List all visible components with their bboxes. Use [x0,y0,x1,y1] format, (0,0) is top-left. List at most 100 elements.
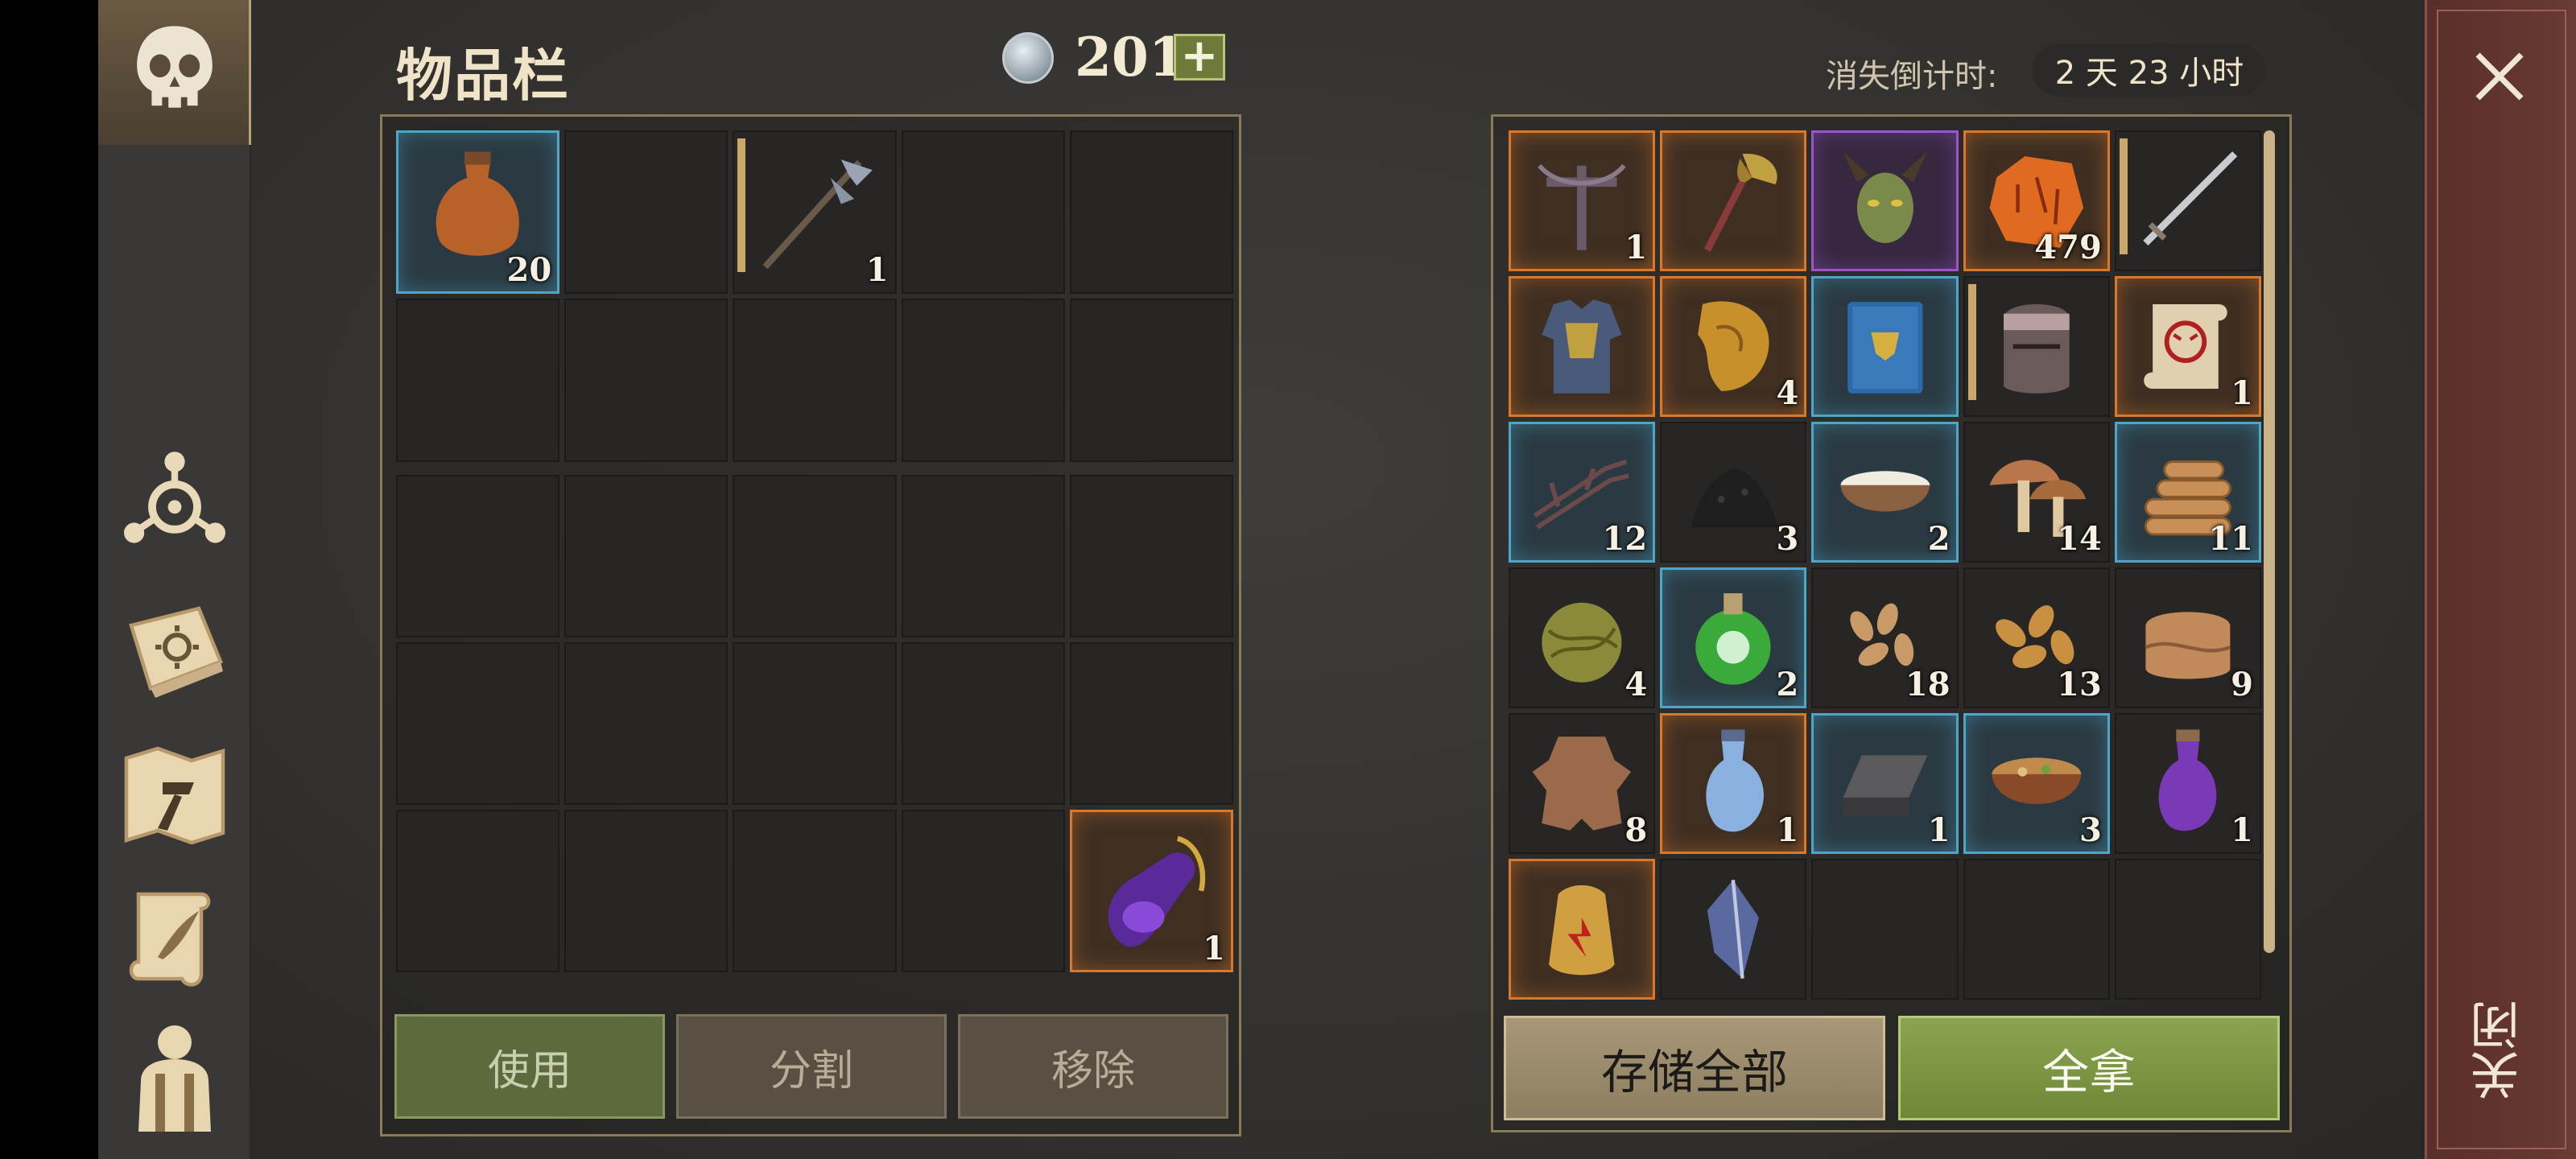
inventory-slot-empty[interactable] [1069,299,1233,462]
close-label[interactable]: 关闭 [2463,982,2536,1119]
storage-slot-log-pile[interactable]: 11 [2114,422,2261,563]
item-quantity: 9 [2231,666,2253,703]
storage-slot-fire-pouch[interactable] [1509,859,1656,1000]
use-button[interactable]: 使用 [394,1014,665,1119]
blue-vial-icon [1706,729,1765,832]
split-button[interactable]: 分割 [676,1014,947,1119]
currency-count: 201 [1075,26,1186,89]
inventory-slot-purple-potion-necklace[interactable]: 1 [1069,810,1233,972]
rail-item-crafting[interactable] [114,444,235,565]
inventory-slot-empty[interactable] [396,299,560,462]
durability-bar [737,138,746,273]
item-quantity: 11 [2208,520,2253,558]
inventory-slot-empty[interactable] [733,642,897,805]
storage-scrollbar[interactable] [2264,130,2275,953]
iron-ingot-icon [1843,755,1927,817]
storage-slot-empty[interactable] [1811,859,1959,1000]
storage-slot-purple-potion[interactable]: 1 [2114,713,2261,854]
take-all-button[interactable]: 全拿 [1898,1016,2280,1120]
inventory-slot-empty[interactable] [564,475,729,637]
close-icon[interactable] [2463,40,2536,113]
storage-slot-cloth-roll[interactable]: 9 [2114,567,2261,708]
storage-slot-bowl-of-flour[interactable]: 2 [1811,422,1959,563]
inventory-slot-empty[interactable] [396,642,560,805]
storage-slot-empty[interactable] [2114,859,2261,1000]
storage-slot-fiber-ball[interactable]: 4 [1509,567,1656,708]
rail-item-character[interactable] [114,1016,235,1136]
knight-helmet-icon [2003,304,2070,394]
storage-slot-crossbow[interactable]: 1 [1509,130,1656,271]
storage-slot-rune-stone[interactable]: 479 [1963,130,2110,271]
inventory-slot-empty[interactable] [733,810,897,972]
inventory-slot-empty[interactable] [564,299,729,462]
crossbow-icon [1538,163,1626,250]
inventory-slot-empty[interactable] [564,642,729,805]
inventory-slot-empty[interactable] [901,475,1065,637]
store-all-button[interactable]: 存储全部 [1504,1016,1885,1120]
inventory-slot-empty[interactable] [396,810,560,972]
add-currency-button[interactable]: + [1174,34,1225,80]
rail-item-skills[interactable] [114,589,235,710]
inventory-slot-empty[interactable] [733,475,897,637]
inventory-slot-empty[interactable] [564,130,729,294]
purple-potion-icon [2158,729,2217,831]
item-quantity: 4 [1776,374,1799,412]
rail-item-build[interactable] [114,734,235,855]
item-quantity: 1 [2231,811,2253,849]
storage-slot-parchment-scrap[interactable]: 4 [1660,276,1807,417]
storage-slot-wolf-scroll[interactable]: 1 [2114,276,2261,417]
inventory-slot-gourd-flask[interactable]: 20 [396,130,560,294]
blue-book-icon [1847,302,1923,394]
storage-slot-iron-ingot[interactable]: 1 [1811,713,1959,854]
storage-slot-crystal-shard[interactable] [1660,859,1807,1000]
inventory-slot-empty[interactable] [1069,130,1233,294]
remove-button[interactable]: 移除 [958,1014,1228,1119]
inventory-slot-empty[interactable] [564,810,729,972]
storage-slot-coal-pile[interactable]: 3 [1660,422,1807,563]
inventory-grid-main: 1 [396,475,1233,972]
bowl-of-flour-icon [1840,471,1930,512]
skull-icon [137,26,213,108]
storage-slot-twig-bundle[interactable]: 12 [1509,422,1656,563]
storage-slot-green-poison-flask[interactable]: 2 [1660,567,1807,708]
inventory-slot-empty[interactable] [396,475,560,637]
storage-slot-armor-chest[interactable] [1509,276,1656,417]
coal-pile-icon [1690,468,1778,528]
inventory-slot-empty[interactable] [901,642,1065,805]
item-quantity: 1 [1776,811,1799,849]
storage-slot-almonds[interactable]: 13 [1963,567,2110,708]
sun-book-icon [129,606,223,698]
item-quantity: 3 [2079,811,2102,849]
tab-skull[interactable] [98,0,251,145]
item-quantity: 3 [1776,520,1799,558]
armor-chest-icon [1542,299,1622,394]
inventory-slot-empty[interactable] [1069,642,1233,805]
inventory-slot-empty[interactable] [901,299,1065,462]
storage-slot-demon-head[interactable] [1811,130,1959,271]
parchment-scrap-icon [1698,301,1769,391]
durability-bar [1967,284,1976,400]
inventory-slot-empty[interactable] [733,299,897,462]
item-quantity: 1 [2231,374,2253,412]
triskelion-icon [124,452,225,543]
countdown-label: 消失倒计时: [1826,58,1998,95]
crystal-shard-icon [1707,880,1760,979]
item-quantity: 12 [1602,520,1648,558]
storage-slot-stew-bowl[interactable]: 3 [1963,713,2110,854]
rail-item-journal[interactable] [114,877,235,998]
storage-slot-blue-book[interactable] [1811,276,1959,417]
storage-slot-sword[interactable] [2114,130,2261,271]
storage-slot-leather-hide[interactable]: 8 [1509,713,1656,854]
storage-slot-knight-helmet[interactable] [1963,276,2110,417]
storage-slot-axe[interactable] [1660,130,1807,271]
inventory-slot-halberd[interactable]: 1 [733,130,897,294]
storage-slot-empty[interactable] [1963,859,2110,1000]
inventory-slot-empty[interactable] [901,810,1065,972]
fire-pouch-icon [1549,885,1615,975]
inventory-slot-empty[interactable] [1069,475,1233,637]
storage-slot-seeds[interactable]: 18 [1811,567,1959,708]
fiber-ball-icon [1542,602,1622,683]
storage-slot-mushroom[interactable]: 14 [1963,422,2110,563]
inventory-slot-empty[interactable] [901,130,1065,294]
storage-slot-blue-vial[interactable]: 1 [1660,713,1807,854]
